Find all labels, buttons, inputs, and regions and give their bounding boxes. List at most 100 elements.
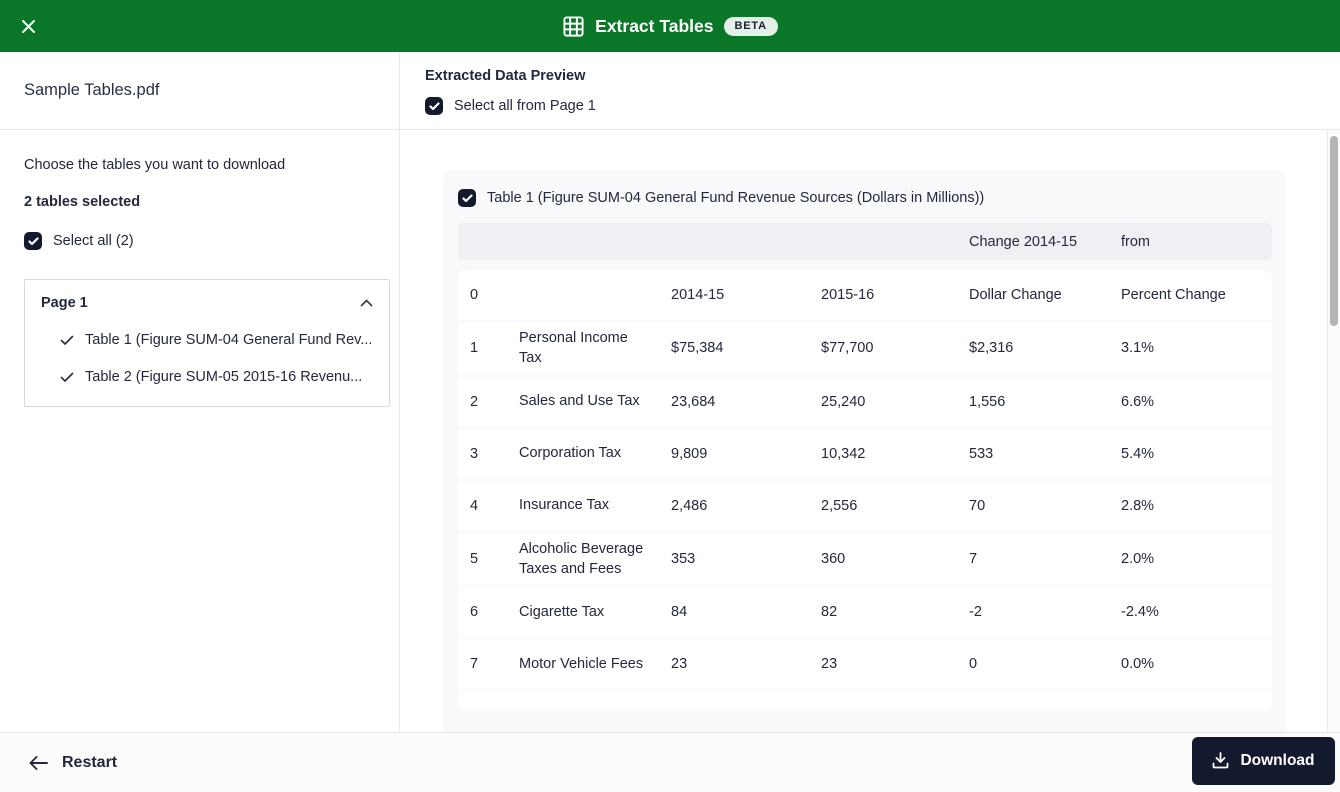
table-cell: 10,342 <box>821 445 866 462</box>
footer-bar: Restart Download <box>0 732 1340 792</box>
table-cell: 3 <box>470 445 479 462</box>
table-cell: 5 <box>470 550 479 567</box>
checkbox-checked-icon[interactable] <box>24 232 42 250</box>
table-cell: 84 <box>671 604 688 621</box>
table-cell: 2014-15 <box>671 287 725 303</box>
table-cell: 2.8% <box>1121 497 1155 514</box>
table-cell: 0 <box>470 287 479 303</box>
beta-badge: BETA <box>723 16 778 36</box>
modal-title-group: Extract Tables BETA <box>562 15 778 38</box>
table-cell: -2.4% <box>1121 604 1159 621</box>
restart-button[interactable]: Restart <box>29 754 117 772</box>
chevron-up-icon <box>360 299 373 307</box>
table-cell: 353 <box>671 550 696 567</box>
sidebar-item-table-1[interactable]: Table 1 (Figure SUM-04 General Fund Rev.… <box>41 332 373 348</box>
sidebar-item-label: Table 1 (Figure SUM-04 General Fund Rev.… <box>85 332 373 348</box>
table-cell: 2 <box>470 393 479 410</box>
arrow-left-icon <box>29 755 48 770</box>
preview-scroll-area: Table 1 (Figure SUM-04 General Fund Reve… <box>400 130 1340 732</box>
table-header-row: Change 2014-15 from <box>458 223 1272 260</box>
table-1-checkbox-row[interactable]: Table 1 (Figure SUM-04 General Fund Reve… <box>443 171 1286 223</box>
table-cell: Personal Income Tax <box>519 330 628 367</box>
table-cell: Insurance Tax <box>519 497 610 514</box>
table-cell: Dollar Change <box>969 287 1062 303</box>
table-row: 6 Cigarette Tax 84 82 -2 -2.4% <box>458 587 1272 638</box>
close-icon <box>21 19 36 34</box>
table-header-cell: from <box>1121 233 1150 250</box>
check-icon <box>60 372 74 383</box>
table-cell: $75,384 <box>671 340 724 357</box>
table-cell: 533 <box>969 445 994 462</box>
table-1-card: Table 1 (Figure SUM-04 General Fund Reve… <box>443 171 1286 732</box>
download-icon <box>1212 752 1229 769</box>
table-cell: 7 <box>969 550 978 567</box>
sidebar-item-label: Table 2 (Figure SUM-05 2015-16 Revenu... <box>85 369 363 385</box>
table-cell: Percent Change <box>1121 287 1226 303</box>
sidebar-item-table-2[interactable]: Table 2 (Figure SUM-05 2015-16 Revenu... <box>41 369 373 385</box>
choose-tables-instruction: Choose the tables you want to download <box>24 157 286 173</box>
table-row-partial <box>458 691 1272 712</box>
extracted-table: Change 2014-15 from 0 2014-15 2015-16 Dollar… <box>458 223 1272 712</box>
file-name-header: Sample Tables.pdf <box>0 52 399 130</box>
preview-pane: Extracted Data Preview Select all from P… <box>400 52 1340 732</box>
table-cell: 360 <box>821 550 846 567</box>
checkbox-checked-icon[interactable] <box>425 97 443 115</box>
table-cell: Motor Vehicle Fees <box>519 656 644 673</box>
select-all-page-checkbox-row[interactable]: Select all from Page 1 <box>425 97 1316 115</box>
table-cell: 2,556 <box>821 497 858 514</box>
table-cell: 7 <box>470 656 479 673</box>
select-all-checkbox-row[interactable]: Select all (2) <box>24 232 381 250</box>
check-icon <box>60 335 74 346</box>
file-name: Sample Tables.pdf <box>24 81 160 99</box>
table-row: 3 Corporation Tax 9,809 10,342 533 5.4% <box>458 428 1272 479</box>
page-1-group-header[interactable]: Page 1 <box>41 295 373 311</box>
table-cell: $2,316 <box>969 340 1014 357</box>
close-button[interactable] <box>16 14 40 38</box>
restart-label: Restart <box>62 753 118 771</box>
table-body: 0 2014-15 2015-16 Dollar Change Percent Chan… <box>458 270 1272 712</box>
table-cell: 25,240 <box>821 393 866 410</box>
table-cell: 2.0% <box>1121 550 1155 567</box>
table-cell: 2,486 <box>671 497 708 514</box>
download-label: Download <box>1240 751 1315 769</box>
table-cell: 2015-16 <box>821 287 875 303</box>
table-cell: 9,809 <box>671 445 708 462</box>
table-cell <box>519 289 647 301</box>
table-cell: 23 <box>821 656 838 673</box>
page-1-label: Page 1 <box>41 295 88 311</box>
extract-tables-modal: Extract Tables BETA Sample Tables.pdf Ch… <box>0 0 1340 792</box>
table-cell: 23,684 <box>671 393 716 410</box>
table-row: 4 Insurance Tax 2,486 2,556 70 2.8% <box>458 480 1272 531</box>
vertical-scrollbar[interactable] <box>1327 130 1340 732</box>
download-button[interactable]: Download <box>1192 736 1335 785</box>
table-cell: 0 <box>969 656 978 673</box>
modal-header: Extract Tables BETA <box>0 0 1340 52</box>
table-cell: -2 <box>969 604 982 621</box>
table-row: 7 Motor Vehicle Fees 23 23 0 0.0% <box>458 639 1272 690</box>
table-cell: Sales and Use Tax <box>519 393 640 410</box>
table-cell: 6.6% <box>1121 393 1155 410</box>
table-cell: 6 <box>470 604 479 621</box>
preview-title: Extracted Data Preview <box>425 68 586 84</box>
table-row: 1 Personal Income Tax $75,384 $77,700 $2,316… <box>458 322 1272 375</box>
table-row: 5 Alcoholic Beverage Taxes and Fees 353 360… <box>458 532 1272 586</box>
checkbox-checked-icon[interactable] <box>458 189 476 207</box>
sidebar: Sample Tables.pdf Choose the tables you … <box>0 52 400 732</box>
table-cell: 1 <box>470 340 479 357</box>
table-1-title: Table 1 (Figure SUM-04 General Fund Reve… <box>487 190 985 206</box>
table-cell: 23 <box>671 656 688 673</box>
page-1-group: Page 1 Table 1 (Figure SUM-04 General Fu… <box>24 279 390 407</box>
table-cell: 3.1% <box>1121 340 1155 357</box>
preview-header: Extracted Data Preview Select all from P… <box>400 52 1340 130</box>
table-cell: 1,556 <box>969 393 1006 410</box>
table-cell: Corporation Tax <box>519 445 622 462</box>
scrollbar-thumb[interactable] <box>1330 136 1338 326</box>
table-cell: Alcoholic Beverage Taxes and Fees <box>519 540 644 577</box>
table-cell: 70 <box>969 497 986 514</box>
table-cell: 82 <box>821 604 838 621</box>
select-all-page-label: Select all from Page 1 <box>454 98 596 114</box>
table-row: 0 2014-15 2015-16 Dollar Change Percent Chan… <box>458 270 1272 320</box>
table-header-cell: Change 2014-15 <box>969 233 1078 250</box>
select-all-label: Select all (2) <box>53 233 134 249</box>
table-cell: 4 <box>470 497 479 514</box>
